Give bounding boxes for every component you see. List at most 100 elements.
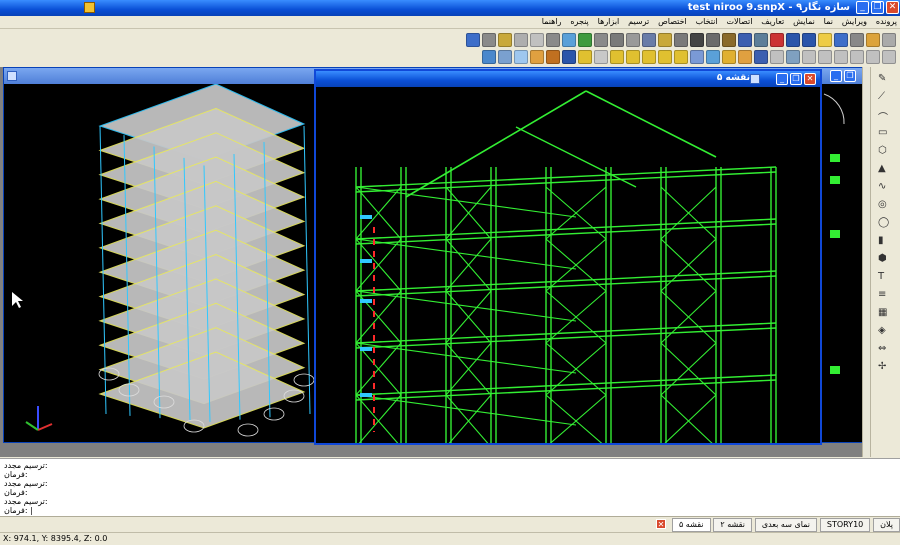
plan5-title-bar[interactable]: ✕ ❐ _ نقشه ۵ — [316, 71, 820, 87]
main-tool-button-icon[interactable] — [578, 32, 592, 47]
draw-tool-icon[interactable]: ◎ — [878, 199, 892, 211]
main-tool-button-icon[interactable] — [658, 32, 672, 47]
plan5-close-icon[interactable]: ✕ — [804, 73, 816, 85]
view-tool-button-icon[interactable] — [482, 49, 496, 64]
view3d-vertical-scrollbar[interactable] — [862, 67, 870, 457]
draw-tool-icon[interactable]: ▮ — [878, 235, 892, 247]
menu-select[interactable]: انتخاب — [693, 16, 721, 27]
draw-tool-icon[interactable]: ⇔ — [878, 343, 892, 355]
view-tool-button-icon[interactable] — [610, 49, 624, 64]
view-tool-button-icon[interactable] — [658, 49, 672, 64]
view-tool-button-icon[interactable] — [818, 49, 832, 64]
main-tool-button-icon[interactable] — [850, 32, 864, 47]
view-tool-button-icon[interactable] — [754, 49, 768, 64]
main-tool-button-icon[interactable] — [834, 32, 848, 47]
minimize-window-icon[interactable]: _ — [856, 1, 869, 14]
menu-assign[interactable]: اختصاص — [655, 16, 690, 27]
main-tool-button-icon[interactable] — [818, 32, 832, 47]
draw-tool-icon[interactable]: ≡ — [878, 289, 892, 301]
main-tool-button-icon[interactable] — [530, 32, 544, 47]
main-tool-button-icon[interactable] — [786, 32, 800, 47]
main-tool-button-icon[interactable] — [626, 32, 640, 47]
plan5-minimize-icon[interactable]: _ — [776, 73, 788, 85]
view-tool-button-icon[interactable] — [690, 49, 704, 64]
tab-plan-2[interactable]: نقشه ۲ — [713, 518, 752, 532]
close-window-icon[interactable]: ✕ — [886, 1, 899, 14]
menu-tools[interactable]: ابزارها — [595, 16, 623, 27]
main-tool-button-icon[interactable] — [802, 32, 816, 47]
menu-help[interactable]: راهنما — [539, 16, 565, 27]
command-area[interactable]: ترسیم مجدد: فرمان: ترسیم مجدد: فرمان: تر… — [0, 458, 900, 516]
view-tool-button-icon[interactable] — [850, 49, 864, 64]
view3d-minimize-icon[interactable]: _ — [830, 70, 842, 82]
draw-tool-icon[interactable]: ◈ — [878, 325, 892, 337]
frame-wireframe-view[interactable] — [316, 87, 820, 443]
main-tool-button-icon[interactable] — [642, 32, 656, 47]
main-tool-button-icon[interactable] — [546, 32, 560, 47]
tab-plan[interactable]: پلان — [873, 518, 900, 532]
draw-tool-icon[interactable]: ✢ — [878, 361, 892, 373]
draw-tool-icon[interactable]: ▦ — [878, 307, 892, 319]
draw-tool-icon[interactable]: ✎ — [878, 73, 892, 85]
menu-connections[interactable]: اتصالات — [724, 16, 756, 27]
main-tool-button-icon[interactable] — [866, 32, 880, 47]
view-tool-button-icon[interactable] — [722, 49, 736, 64]
menu-display[interactable]: نمایش — [790, 16, 818, 27]
main-tool-button-icon[interactable] — [594, 32, 608, 47]
view-tool-button-icon[interactable] — [578, 49, 592, 64]
restore-window-icon[interactable]: ❐ — [871, 1, 884, 14]
main-tool-button-icon[interactable] — [466, 32, 480, 47]
view-tool-button-icon[interactable] — [834, 49, 848, 64]
main-tool-button-icon[interactable] — [882, 32, 896, 47]
draw-tool-icon[interactable]: ∿ — [878, 181, 892, 193]
menu-window[interactable]: پنجره — [567, 16, 591, 27]
draw-tool-icon[interactable]: ⌒ — [878, 109, 892, 124]
view-tool-button-icon[interactable] — [738, 49, 752, 64]
draw-tool-icon[interactable]: ⟋ — [878, 91, 892, 103]
main-tool-button-icon[interactable] — [706, 32, 720, 47]
plan5-window[interactable]: ✕ ❐ _ نقشه ۵ — [314, 69, 822, 445]
menu-view[interactable]: نما — [821, 16, 836, 27]
main-tool-button-icon[interactable] — [770, 32, 784, 47]
view-tool-button-icon[interactable] — [802, 49, 816, 64]
main-tool-button-icon[interactable] — [498, 32, 512, 47]
menu-file[interactable]: پرونده — [873, 16, 900, 27]
view-tool-button-icon[interactable] — [674, 49, 688, 64]
draw-tool-icon[interactable]: T — [878, 271, 892, 283]
view-tool-button-icon[interactable] — [770, 49, 784, 64]
tab-3d-view[interactable]: نمای سه بعدی — [754, 518, 817, 532]
close-tab-icon[interactable]: ✕ — [656, 519, 666, 529]
view-tool-button-icon[interactable] — [562, 49, 576, 64]
draw-tool-icon[interactable]: ▲ — [878, 163, 892, 175]
view-tool-button-icon[interactable] — [786, 49, 800, 64]
menu-define[interactable]: تعاریف — [758, 16, 787, 27]
tab-story10[interactable]: STORY10 — [819, 518, 871, 532]
main-tool-button-icon[interactable] — [722, 32, 736, 47]
tab-plan-5[interactable]: نقشه ۵ — [671, 518, 711, 532]
main-tool-button-icon[interactable] — [738, 32, 752, 47]
menu-draw[interactable]: ترسیم — [625, 16, 652, 27]
view-tool-button-icon[interactable] — [498, 49, 512, 64]
main-tool-button-icon[interactable] — [674, 32, 688, 47]
plan5-restore-icon[interactable]: ❐ — [790, 73, 802, 85]
plan5-canvas[interactable] — [316, 87, 820, 443]
main-tool-button-icon[interactable] — [514, 32, 528, 47]
view-tool-button-icon[interactable] — [866, 49, 880, 64]
view-tool-button-icon[interactable] — [530, 49, 544, 64]
view3d-restore-icon[interactable]: ❐ — [844, 70, 856, 82]
main-tool-button-icon[interactable] — [482, 32, 496, 47]
main-tool-button-icon[interactable] — [610, 32, 624, 47]
view-tool-button-icon[interactable] — [882, 49, 896, 64]
draw-tool-icon[interactable]: ⬡ — [878, 145, 892, 157]
view-tool-button-icon[interactable] — [546, 49, 560, 64]
view-tool-button-icon[interactable] — [594, 49, 608, 64]
view-tool-button-icon[interactable] — [642, 49, 656, 64]
main-tool-button-icon[interactable] — [690, 32, 704, 47]
draw-tool-icon[interactable]: ▭ — [878, 127, 892, 139]
draw-tool-icon[interactable]: ⬢ — [878, 253, 892, 265]
main-tool-button-icon[interactable] — [562, 32, 576, 47]
menu-edit[interactable]: ویرایش — [839, 16, 870, 27]
main-tool-button-icon[interactable] — [754, 32, 768, 47]
draw-tool-icon[interactable]: ◯ — [878, 217, 892, 229]
view-tool-button-icon[interactable] — [706, 49, 720, 64]
